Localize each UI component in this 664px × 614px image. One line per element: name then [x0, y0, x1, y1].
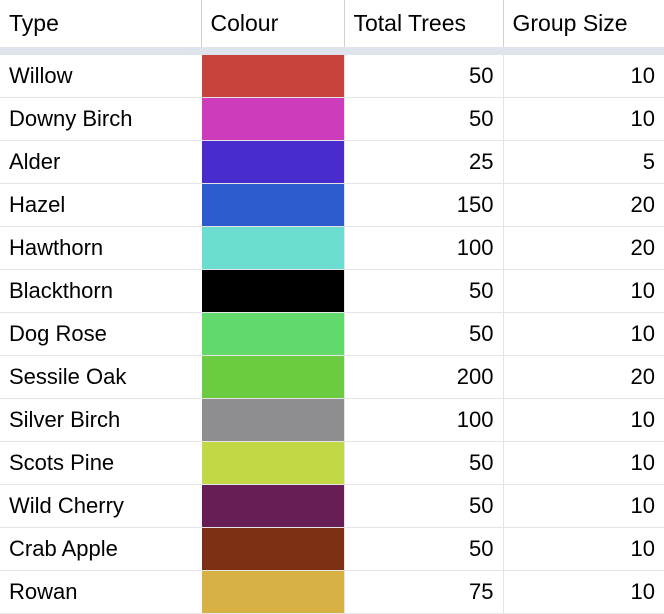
cell-group-size: 10: [503, 55, 664, 98]
cell-colour: [201, 226, 345, 270]
cell-total-trees: 75: [344, 570, 504, 614]
cell-colour: [201, 398, 345, 442]
cell-total-trees: 100: [344, 226, 504, 270]
cell-colour: [201, 570, 345, 614]
cell-type: Blackthorn: [0, 269, 202, 313]
colour-swatch: [201, 313, 343, 355]
cell-total-trees: 50: [344, 484, 504, 528]
cell-total-trees: 50: [344, 97, 504, 141]
colour-swatch: [201, 528, 343, 570]
cell-type: Silver Birch: [0, 398, 202, 442]
cell-group-size: 10: [503, 97, 664, 141]
cell-colour: [201, 441, 345, 485]
cell-type: Willow: [0, 55, 202, 98]
table-row[interactable]: Dog Rose 50 10: [0, 312, 664, 356]
cell-colour: [201, 269, 345, 313]
cell-type: Rowan: [0, 570, 202, 614]
cell-total-trees: 150: [344, 183, 504, 227]
table-row[interactable]: Rowan 75 10: [0, 570, 664, 614]
cell-colour: [201, 55, 345, 98]
table-row[interactable]: Hazel 150 20: [0, 183, 664, 227]
cell-group-size: 20: [503, 226, 664, 270]
cell-colour: [201, 527, 345, 571]
cell-group-size: 10: [503, 398, 664, 442]
cell-type: Dog Rose: [0, 312, 202, 356]
table-row[interactable]: Sessile Oak 200 20: [0, 355, 664, 399]
table-row[interactable]: Willow 50 10: [0, 55, 664, 98]
cell-type: Sessile Oak: [0, 355, 202, 399]
cell-group-size: 10: [503, 570, 664, 614]
cell-total-trees: 50: [344, 269, 504, 313]
cell-colour: [201, 183, 345, 227]
colour-swatch: [201, 270, 343, 312]
table-rows-body: Willow 50 10 Downy Birch 50 10 Alder 25 5 Hazel 15…: [0, 55, 664, 614]
colour-swatch: [201, 141, 343, 183]
cell-group-size: 10: [503, 441, 664, 485]
colour-swatch: [201, 399, 343, 441]
cell-total-trees: 100: [344, 398, 504, 442]
colour-swatch: [201, 98, 343, 140]
cell-colour: [201, 484, 345, 528]
column-header-group-size[interactable]: Group Size: [503, 0, 664, 47]
table-row[interactable]: Wild Cherry 50 10: [0, 484, 664, 528]
cell-type: Crab Apple: [0, 527, 202, 571]
colour-swatch: [201, 227, 343, 269]
cell-type: Downy Birch: [0, 97, 202, 141]
cell-total-trees: 50: [344, 527, 504, 571]
table-row[interactable]: Scots Pine 50 10: [0, 441, 664, 485]
cell-type: Hazel: [0, 183, 202, 227]
cell-group-size: 10: [503, 269, 664, 313]
table-row[interactable]: Blackthorn 50 10: [0, 269, 664, 313]
colour-swatch: [201, 442, 343, 484]
cell-group-size: 10: [503, 527, 664, 571]
cell-type: Wild Cherry: [0, 484, 202, 528]
cell-type: Scots Pine: [0, 441, 202, 485]
cell-total-trees: 50: [344, 441, 504, 485]
colour-swatch: [201, 184, 343, 226]
column-header-total-trees[interactable]: Total Trees: [344, 0, 504, 47]
cell-total-trees: 200: [344, 355, 504, 399]
cell-group-size: 10: [503, 484, 664, 528]
tree-species-table-container: Type Colour Total Trees Group Size Willo…: [0, 0, 664, 614]
cell-total-trees: 50: [344, 55, 504, 98]
colour-swatch: [201, 571, 343, 613]
column-header-type[interactable]: Type: [0, 0, 202, 47]
cell-total-trees: 50: [344, 312, 504, 356]
column-header-colour[interactable]: Colour: [201, 0, 345, 47]
cell-colour: [201, 355, 345, 399]
table-row[interactable]: Crab Apple 50 10: [0, 527, 664, 571]
cell-total-trees: 25: [344, 140, 504, 184]
colour-swatch: [201, 356, 343, 398]
cell-type: Alder: [0, 140, 202, 184]
table-row[interactable]: Alder 25 5: [0, 140, 664, 184]
table-row[interactable]: Downy Birch 50 10: [0, 97, 664, 141]
cell-group-size: 5: [503, 140, 664, 184]
colour-swatch: [201, 55, 343, 97]
header-separator-fill: [0, 47, 664, 55]
table-body: [0, 47, 664, 55]
cell-group-size: 20: [503, 355, 664, 399]
cell-type: Hawthorn: [0, 226, 202, 270]
colour-swatch: [201, 485, 343, 527]
tree-species-table: Type Colour Total Trees Group Size Willo…: [0, 0, 664, 614]
header-separator-band: [0, 47, 664, 55]
cell-colour: [201, 97, 345, 141]
cell-colour: [201, 312, 345, 356]
table-row[interactable]: Hawthorn 100 20: [0, 226, 664, 270]
table-header-row: Type Colour Total Trees Group Size: [0, 0, 664, 47]
cell-colour: [201, 140, 345, 184]
cell-group-size: 20: [503, 183, 664, 227]
table-header: Type Colour Total Trees Group Size: [0, 0, 664, 47]
table-row[interactable]: Silver Birch 100 10: [0, 398, 664, 442]
cell-group-size: 10: [503, 312, 664, 356]
